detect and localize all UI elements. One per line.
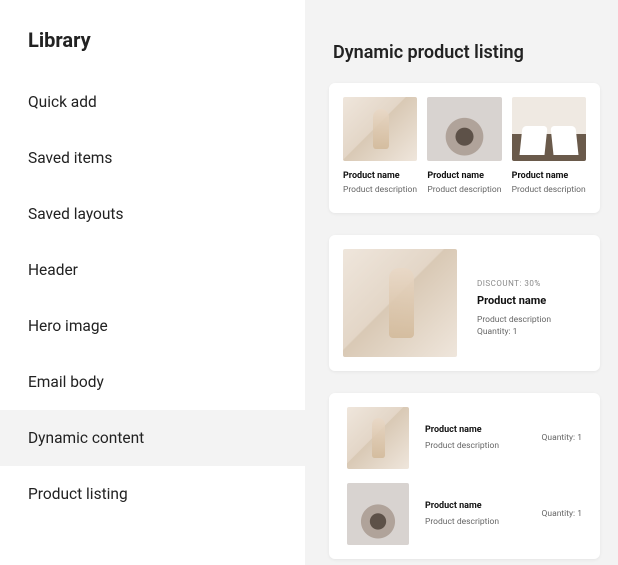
sidebar-item-hero-image[interactable]: Hero image: [0, 298, 305, 354]
grid-item: Product name Product description: [427, 97, 501, 195]
main-panel[interactable]: Dynamic product listing Product name Pro…: [305, 0, 618, 565]
preview-card-feature[interactable]: DISCOUNT: 30% Product name Product descr…: [329, 235, 600, 371]
grid-item: Product name Product description: [343, 97, 417, 195]
product-image: [347, 483, 409, 545]
discount-label: DISCOUNT: 30%: [477, 279, 551, 288]
sidebar-item-saved-layouts[interactable]: Saved layouts: [0, 186, 305, 242]
list-item: Product name Product description Quantit…: [347, 407, 582, 469]
product-name: Product name: [512, 171, 586, 181]
sidebar-item-dynamic-content[interactable]: Dynamic content: [0, 410, 305, 466]
product-description: Product description: [425, 441, 526, 451]
product-name: Product name: [477, 294, 551, 307]
sidebar-item-header[interactable]: Header: [0, 242, 305, 298]
product-quantity: Quantity: 1: [542, 509, 582, 519]
product-description: Product description: [512, 185, 586, 195]
product-image: [512, 97, 586, 161]
page-title: Dynamic product listing: [333, 42, 600, 63]
product-image: [427, 97, 501, 161]
sidebar-item-email-body[interactable]: Email body: [0, 354, 305, 410]
sidebar-item-product-listing[interactable]: Product listing: [0, 466, 305, 522]
grid-item: Product name Product description: [512, 97, 586, 195]
product-name: Product name: [425, 501, 526, 511]
preview-card-list[interactable]: Product name Product description Quantit…: [329, 393, 600, 559]
product-name: Product name: [427, 171, 501, 181]
product-image: [343, 97, 417, 161]
product-image: [343, 249, 457, 357]
sidebar-item-saved-items[interactable]: Saved items: [0, 130, 305, 186]
product-name: Product name: [425, 425, 526, 435]
sidebar: Library Quick add Saved items Saved layo…: [0, 0, 305, 565]
sidebar-item-quick-add[interactable]: Quick add: [0, 74, 305, 130]
product-name: Product name: [343, 171, 417, 181]
product-description: Product description: [427, 185, 501, 195]
product-description: Product description: [425, 517, 526, 527]
sidebar-title: Library: [0, 22, 305, 74]
preview-card-grid[interactable]: Product name Product description Product…: [329, 83, 600, 213]
product-description: Product description: [343, 185, 417, 195]
product-description: Product description: [477, 315, 551, 325]
product-details: DISCOUNT: 30% Product name Product descr…: [477, 249, 551, 339]
list-item: Product name Product description Quantit…: [347, 483, 582, 545]
product-quantity: Quantity: 1: [542, 433, 582, 443]
product-quantity: Quantity: 1: [477, 327, 517, 337]
product-image: [347, 407, 409, 469]
